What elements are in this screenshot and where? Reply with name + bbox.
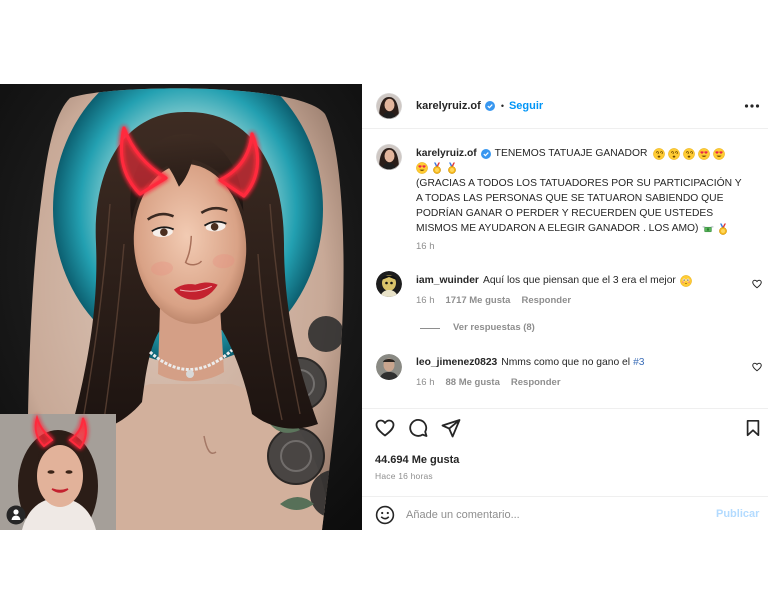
author-username[interactable]: karelyruiz.of [416, 100, 481, 112]
likes-count[interactable]: 44.694 Me gusta [375, 454, 459, 466]
follow-button[interactable]: Seguir [509, 100, 543, 112]
verified-badge-icon [480, 148, 491, 159]
comment-meta: 16 h 1717 Me gusta Responder [416, 295, 582, 306]
caption-headline-emojis [650, 147, 726, 160]
caption-body-line: A TODAS LAS PERSONAS QUE SE TATUARON SAB… [416, 192, 723, 205]
header-divider [362, 128, 768, 129]
necklace-pendant [186, 370, 194, 378]
dizzy-face-icon [683, 147, 696, 160]
caption-text: (GRACIAS A TODOS LOS TATUADORES POR SU P… [416, 178, 742, 189]
reply-button[interactable]: Responder [511, 377, 561, 388]
save-icon[interactable] [744, 419, 762, 437]
medal-icon [446, 162, 458, 174]
header-separator: • [500, 101, 504, 111]
comment-input[interactable] [406, 506, 706, 524]
caption-time: 16 h [416, 241, 435, 252]
caption-text: PODRÍAN GANAR O PERDER Y RECUERDEN QUE U… [416, 208, 714, 219]
comment-icon[interactable] [408, 418, 428, 438]
author-avatar[interactable] [376, 93, 402, 119]
actions-divider [362, 408, 768, 409]
caption-body-line: PODRÍAN GANAR O PERDER Y RECUERDEN QUE U… [416, 207, 713, 220]
medal-icon [431, 162, 443, 174]
commenter-avatar[interactable] [376, 354, 402, 380]
comment-time: 16 h [416, 295, 435, 306]
medal-icon [717, 223, 729, 235]
flushed-face-icon [680, 274, 692, 287]
comment-likes[interactable]: 1717 Me gusta [446, 295, 511, 306]
caption-headline-emojis-cont [413, 162, 458, 174]
caption-username[interactable]: karelyruiz.of [416, 147, 477, 160]
caption-text: MISMOS ME AYUDARON A ELEGIR GANADOR . LO… [416, 223, 699, 234]
view-replies-line [420, 328, 440, 329]
more-options-icon[interactable] [744, 100, 760, 112]
heart-eyes-icon [416, 162, 428, 174]
share-icon[interactable] [441, 418, 461, 438]
caption-body-line: MISMOS ME AYUDARON A ELEGIR GANADOR . LO… [416, 222, 729, 235]
heart-outline-icon[interactable] [752, 279, 762, 289]
post-timestamp: Hace 16 horas [375, 471, 433, 481]
money-with-wings-icon [702, 223, 715, 235]
caption-emoji-line [416, 162, 458, 174]
caption-avatar[interactable] [376, 144, 402, 170]
post-header: karelyruiz.of • Seguir [416, 100, 543, 112]
caption-text: A TODAS LAS PERSONAS QUE SE TATUARON SAB… [416, 193, 724, 204]
comment-username[interactable]: iam_wuinder [416, 274, 479, 287]
comment: leo_jimenez0823 Nmms como que no gano el… [416, 356, 645, 369]
caption-end-emojis [699, 223, 729, 235]
dizzy-face-icon [653, 147, 666, 160]
input-divider [362, 496, 768, 497]
post-photo[interactable] [0, 84, 362, 530]
emoji-picker-icon[interactable] [375, 505, 395, 525]
comment-text: Aquí los que piensan que el 3 era el mej… [482, 275, 676, 286]
comment-likes[interactable]: 88 Me gusta [446, 377, 500, 388]
caption-headline-line: karelyruiz.of TENEMOS TATUAJE GANADOR [416, 147, 726, 160]
comment-username[interactable]: leo_jimenez0823 [416, 356, 497, 369]
caption-body-line: (GRACIAS A TODOS LOS TATUADORES POR SU P… [416, 177, 742, 190]
tagged-user-icon[interactable] [6, 505, 26, 525]
comment: iam_wuinder Aquí los que piensan que el … [416, 274, 692, 287]
heart-eyes-icon [713, 147, 726, 160]
verified-badge-icon [484, 101, 495, 111]
dizzy-face-icon [668, 147, 681, 160]
view-replies-button[interactable]: Ver respuestas (8) [453, 322, 535, 333]
comment-meta: 16 h 88 Me gusta Responder [416, 377, 572, 388]
comment-emojis [677, 274, 692, 287]
commenter-avatar[interactable] [376, 271, 402, 297]
reply-button[interactable]: Responder [521, 295, 571, 306]
heart-outline-icon[interactable] [752, 362, 762, 372]
comment-text: Nmms como que no gano el [501, 357, 631, 368]
publish-button[interactable]: Publicar [716, 508, 759, 520]
caption-headline: TENEMOS TATUAJE GANADOR [494, 148, 648, 159]
like-icon[interactable] [375, 418, 395, 438]
comment-hashtag[interactable]: #3 [633, 356, 644, 369]
heart-eyes-icon [698, 147, 711, 160]
comment-time: 16 h [416, 377, 435, 388]
